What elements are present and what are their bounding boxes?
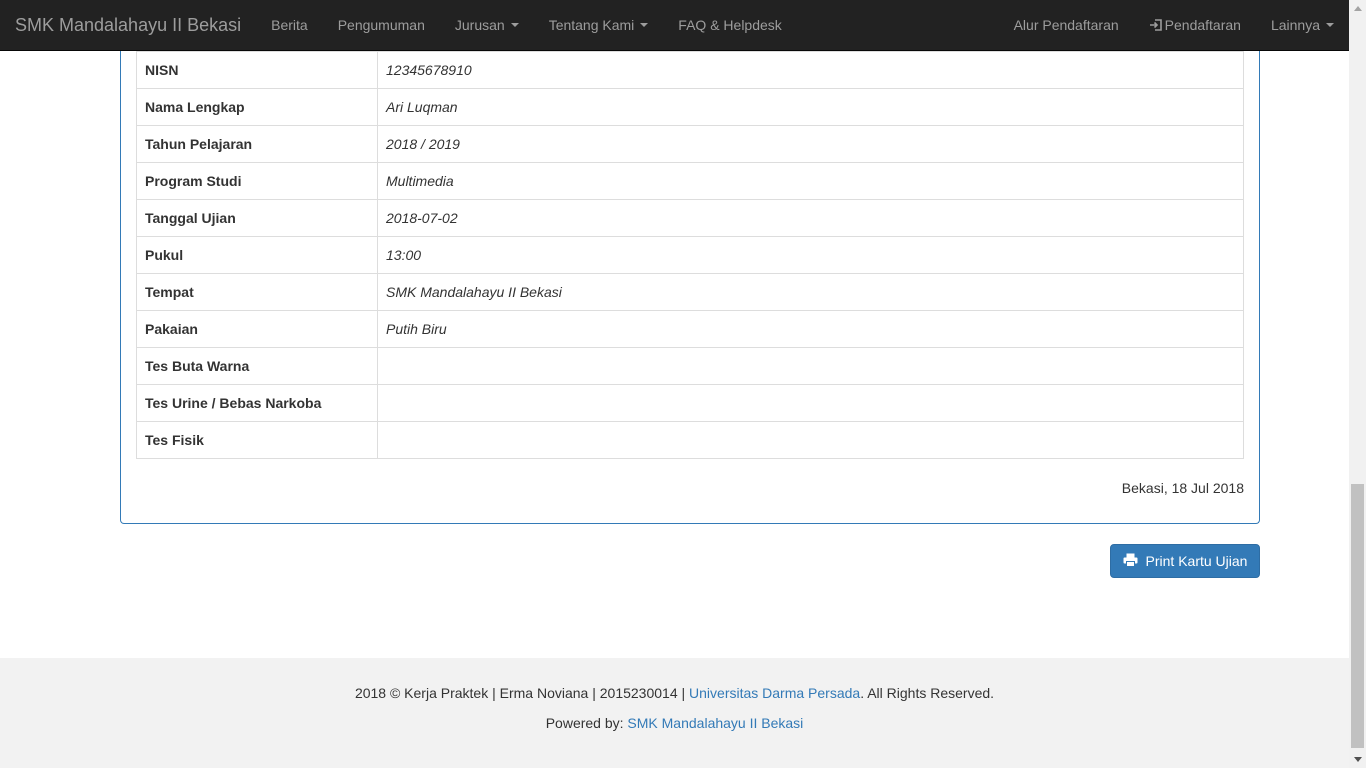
exam-info-table: NISN 12345678910 Nama Lengkap Ari Luqman Tah… [136,51,1244,459]
nav-pengumuman-label: Pengumuman [337,17,425,33]
row-label: Nama Lengkap [136,88,378,126]
scroll-down-arrow-icon[interactable] [1349,751,1366,768]
row-value [377,421,1244,459]
nav-berita[interactable]: Berita [256,0,323,50]
row-label: NISN [136,51,378,89]
nav-pengumuman[interactable]: Pengumuman [323,0,440,50]
row-value: 12345678910 [377,51,1244,89]
nav-tentang-kami-label: Tentang Kami [548,17,635,33]
nav-right: Alur Pendaftaran Pendaftaran Lainnya [999,0,1349,50]
row-label: Tahun Pelajaran [136,125,378,163]
table-row: Nama Lengkap Ari Luqman [136,88,1244,126]
print-icon [1123,553,1138,570]
nav-lainnya-label: Lainnya [1270,17,1320,33]
nav-alur-label: Alur Pendaftaran [1013,17,1119,33]
table-row: Program Studi Multimedia [136,162,1244,200]
sign-in-icon [1149,18,1163,32]
nav-faq-helpdesk[interactable]: FAQ & Helpdesk [663,0,797,50]
row-label: Tempat [136,273,378,311]
table-row: Tes Fisik [136,421,1244,459]
row-value: 2018 / 2019 [377,125,1244,163]
row-label: Pukul [136,236,378,274]
caret-down-icon [510,23,519,27]
exam-card-panel: NISN 12345678910 Nama Lengkap Ari Luqman Tah… [120,20,1260,524]
footer-copyright: 2018 © Kerja Praktek | Erma Noviana | 20… [0,685,1349,701]
row-value: 13:00 [377,236,1244,274]
footer-powered-prefix: Powered by: [545,715,628,731]
nav-tentang-kami-dropdown[interactable]: Tentang Kami [534,0,664,50]
table-row: Tes Buta Warna [136,347,1244,385]
table-row: Tanggal Ujian 2018-07-02 [136,199,1244,237]
table-row: Pukul 13:00 [136,236,1244,274]
row-value [377,347,1244,385]
table-row: NISN 12345678910 [136,51,1244,89]
scrollbar-thumb[interactable] [1351,484,1364,748]
nav-jurusan-label: Jurusan [454,17,505,33]
table-row: Tempat SMK Mandalahayu II Bekasi [136,273,1244,311]
table-row: Tes Urine / Bebas Narkoba [136,384,1244,422]
nav-faq-label: FAQ & Helpdesk [678,17,782,33]
row-value: Putih Biru [377,310,1244,348]
nav-left: Berita Pengumuman Jurusan Tentang Kami F… [256,0,797,50]
nav-berita-label: Berita [271,17,308,33]
caret-down-icon [1326,23,1334,27]
row-label: Tes Urine / Bebas Narkoba [136,384,378,422]
exam-info-body: NISN 12345678910 Nama Lengkap Ari Luqman Tah… [136,51,1244,459]
row-value [377,384,1244,422]
scroll-up-arrow-icon[interactable] [1349,0,1366,17]
footer-copyright-suffix: . All Rights Reserved. [860,685,995,701]
caret-down-icon [640,23,649,27]
row-label: Tanggal Ujian [136,199,378,237]
row-label: Program Studi [136,162,378,200]
brand-link[interactable]: SMK Mandalahayu II Bekasi [0,0,256,50]
nav-lainnya-dropdown[interactable]: Lainnya [1256,0,1349,50]
signature-date: Bekasi, 18 Jul 2018 [1121,480,1244,496]
row-label: Tes Buta Warna [136,347,378,385]
footer-university-link[interactable]: Universitas Darma Persada [689,685,860,701]
nav-pendaftaran[interactable]: Pendaftaran [1134,0,1256,50]
table-row: Tahun Pelajaran 2018 / 2019 [136,125,1244,163]
table-row: Pakaian Putih Biru [136,310,1244,348]
row-label: Tes Fisik [136,421,378,459]
footer-powered-by: Powered by: SMK Mandalahayu II Bekasi [0,715,1349,731]
vertical-scrollbar[interactable] [1349,0,1366,768]
footer-copyright-prefix: 2018 © Kerja Praktek | Erma Noviana | 20… [354,685,690,701]
print-button-label: Print Kartu Ujian [1145,553,1248,569]
row-value: SMK Mandalahayu II Bekasi [377,273,1244,311]
row-value: Ari Luqman [377,88,1244,126]
nav-jurusan-dropdown[interactable]: Jurusan [440,0,534,50]
print-kartu-ujian-button[interactable]: Print Kartu Ujian [1110,544,1260,578]
row-value: 2018-07-02 [377,199,1244,237]
nav-pendaftaran-label: Pendaftaran [1164,17,1241,33]
top-navbar: SMK Mandalahayu II Bekasi Berita Pengumu… [0,0,1349,51]
row-label: Pakaian [136,310,378,348]
row-value: Multimedia [377,162,1244,200]
nav-alur-pendaftaran[interactable]: Alur Pendaftaran [999,0,1134,50]
page-footer: 2018 © Kerja Praktek | Erma Noviana | 20… [0,658,1349,768]
footer-school-link[interactable]: SMK Mandalahayu II Bekasi [627,715,803,731]
